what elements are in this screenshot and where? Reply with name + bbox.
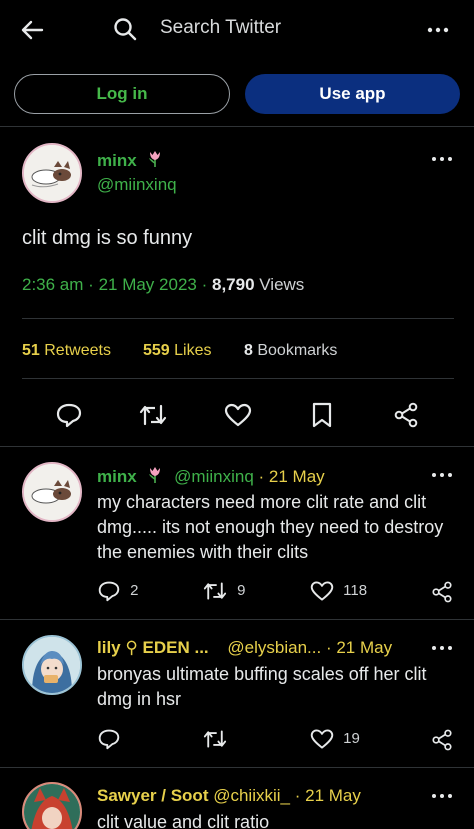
divider bbox=[0, 767, 474, 768]
like-icon bbox=[310, 581, 334, 601]
auth-bar: Log in Use app bbox=[0, 74, 474, 116]
bookmarks-stat[interactable]: 8 Bookmarks bbox=[244, 342, 337, 360]
reply-text: my characters need more clit rate and cl… bbox=[97, 492, 444, 562]
tweet-more-icon[interactable] bbox=[430, 154, 454, 164]
reply-author-name[interactable]: minx bbox=[97, 467, 137, 486]
author-name[interactable]: minx bbox=[97, 149, 165, 171]
avatar-image bbox=[24, 464, 80, 520]
divider bbox=[0, 619, 474, 620]
reply-like-action[interactable]: 118 bbox=[310, 580, 367, 602]
like-icon bbox=[310, 729, 334, 749]
retweet-icon[interactable] bbox=[138, 402, 168, 428]
reply-more-icon[interactable] bbox=[430, 470, 454, 480]
divider bbox=[22, 378, 454, 379]
avatar-image bbox=[24, 145, 80, 201]
bookmark-icon[interactable] bbox=[311, 402, 333, 428]
reply-header: lily ⚲ EDEN ... @elysbian... · 21 May bbox=[97, 638, 392, 658]
reply-date[interactable]: 21 May bbox=[305, 786, 361, 805]
reply-icon[interactable] bbox=[55, 402, 83, 428]
share-icon[interactable] bbox=[431, 729, 453, 751]
retweet-icon bbox=[203, 730, 227, 748]
retweets-count: 51 bbox=[22, 342, 40, 359]
bookmarks-label: Bookmarks bbox=[257, 342, 338, 359]
tweet-date[interactable]: 21 May 2023 bbox=[99, 275, 197, 294]
divider bbox=[0, 446, 474, 447]
likes-count: 559 bbox=[143, 342, 170, 359]
use-app-button[interactable]: Use app bbox=[245, 74, 460, 114]
author-handle[interactable]: @miinxinq bbox=[97, 175, 177, 195]
share-icon[interactable] bbox=[393, 402, 419, 428]
reply-author-name[interactable]: Sawyer / Soot bbox=[97, 786, 208, 805]
like-count: 19 bbox=[343, 729, 360, 747]
reply-separator: · bbox=[258, 467, 269, 486]
divider bbox=[22, 318, 454, 319]
reply-icon bbox=[98, 729, 120, 750]
avatar-image bbox=[24, 637, 80, 693]
reply-separator: · bbox=[325, 638, 337, 657]
reply-reply-action[interactable]: 2 bbox=[97, 580, 139, 602]
tweet-meta: 2:36 am · 21 May 2023 · 8,790 Views bbox=[22, 275, 304, 295]
bookmarks-count: 8 bbox=[244, 342, 253, 359]
likes-label: Likes bbox=[174, 342, 212, 359]
reply-icon bbox=[98, 581, 120, 602]
reply-more-icon[interactable] bbox=[430, 791, 454, 801]
retweets-label: Retweets bbox=[44, 342, 111, 359]
top-bar: Search Twitter bbox=[0, 0, 474, 60]
reply-author-handle[interactable]: @elysbian... bbox=[227, 638, 321, 657]
reply-retweet-action[interactable]: 9 bbox=[202, 580, 246, 602]
likes-stat[interactable]: 559 Likes bbox=[143, 342, 212, 360]
reply-more-icon[interactable] bbox=[430, 643, 454, 653]
reply-retweet-action[interactable] bbox=[202, 728, 228, 750]
reply-count: 2 bbox=[130, 581, 139, 599]
reply-text: clit value and clit ratio bbox=[97, 812, 270, 829]
retweets-stat[interactable]: 51 Retweets bbox=[22, 342, 111, 360]
views-label: Views bbox=[259, 275, 305, 294]
meta-separator: · bbox=[201, 275, 212, 294]
views-count: 8,790 bbox=[211, 275, 255, 294]
avatar[interactable] bbox=[22, 635, 82, 695]
reply-separator: · bbox=[294, 786, 306, 805]
reply-date[interactable]: 21 May bbox=[269, 467, 325, 486]
retweet-icon bbox=[203, 582, 227, 600]
reply-author-handle[interactable]: @miinxinq bbox=[174, 467, 254, 486]
search-input[interactable]: Search Twitter bbox=[160, 17, 281, 39]
reply-reply-action[interactable] bbox=[97, 728, 121, 750]
reply-author-name[interactable]: lily ⚲ EDEN ... bbox=[97, 638, 209, 657]
reply-header: Sawyer / Soot @chiixkii_ · 21 May bbox=[97, 786, 361, 806]
retweet-count: 9 bbox=[237, 581, 246, 599]
like-icon[interactable] bbox=[224, 403, 252, 427]
reply-like-action[interactable]: 19 bbox=[310, 728, 360, 750]
avatar-image bbox=[24, 784, 80, 829]
reply-date[interactable]: 21 May bbox=[336, 638, 392, 657]
tweet-time[interactable]: 2:36 am bbox=[22, 275, 83, 294]
divider bbox=[0, 126, 474, 127]
author-name-text: minx bbox=[97, 151, 137, 170]
tulip-emoji-icon bbox=[149, 151, 161, 167]
login-button[interactable]: Log in bbox=[14, 74, 230, 114]
tulip-emoji-icon bbox=[149, 467, 161, 483]
avatar[interactable] bbox=[22, 462, 82, 522]
more-options-icon[interactable] bbox=[424, 16, 452, 44]
reply-header: minx @miinxinq · 21 May bbox=[97, 465, 325, 487]
avatar[interactable] bbox=[22, 782, 82, 829]
tweet-text: clit dmg is so funny bbox=[22, 227, 193, 249]
reply-text: bronyas ultimate buffing scales off her … bbox=[97, 664, 427, 709]
reply-author-handle[interactable]: @chiixkii_ bbox=[213, 786, 290, 805]
like-count: 118 bbox=[343, 581, 368, 599]
back-arrow-icon[interactable] bbox=[18, 16, 46, 44]
meta-separator: · bbox=[88, 275, 99, 294]
search-icon[interactable] bbox=[112, 16, 138, 42]
share-icon[interactable] bbox=[431, 581, 453, 603]
avatar[interactable] bbox=[22, 143, 82, 203]
